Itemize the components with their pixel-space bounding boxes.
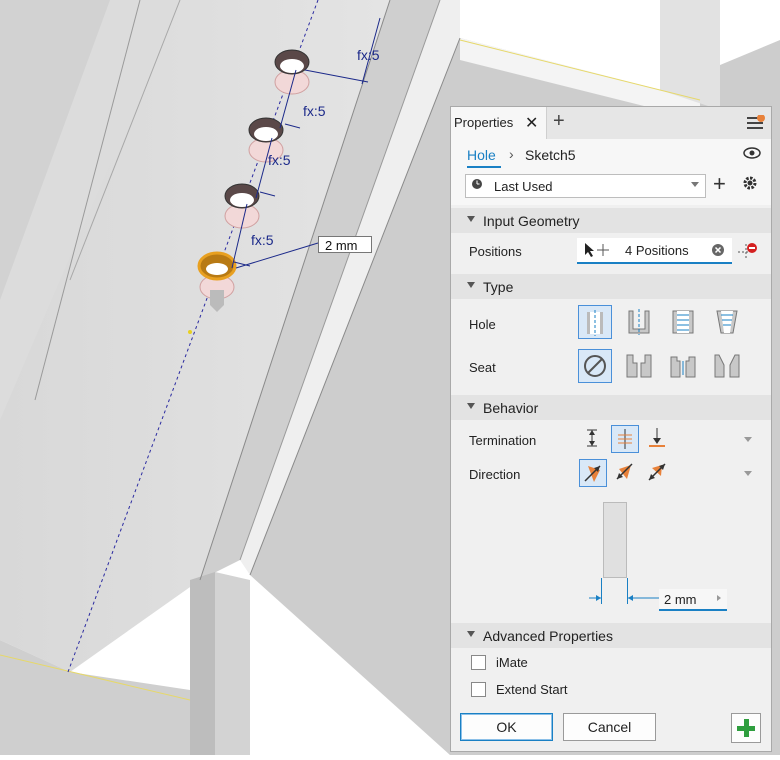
ok-button[interactable]: OK xyxy=(460,713,553,741)
seat-label: Seat xyxy=(469,360,496,375)
dim-label-2: fx:5 xyxy=(303,103,326,119)
positions-label: Positions xyxy=(469,244,522,259)
section-advanced-properties[interactable]: Advanced Properties xyxy=(451,623,771,648)
diameter-arrows xyxy=(589,595,659,601)
none-icon xyxy=(584,355,606,377)
taper-tapped-hole-button[interactable] xyxy=(711,305,745,339)
direction-expand-icon[interactable] xyxy=(744,471,752,476)
direction-symmetric-icon xyxy=(648,463,666,481)
section-type[interactable]: Type xyxy=(451,274,771,299)
countersink-button[interactable] xyxy=(711,349,745,383)
spotface-button[interactable] xyxy=(667,349,701,383)
to-termination-button[interactable] xyxy=(644,425,672,453)
clear-positions-icon[interactable] xyxy=(711,243,725,260)
collapse-triangle-icon xyxy=(467,631,475,637)
preset-clock-icon xyxy=(471,178,483,193)
section-type-label: Type xyxy=(483,279,514,295)
apply-add-button[interactable] xyxy=(731,713,761,743)
counterbore-icon xyxy=(626,354,652,378)
breadcrumb-chevron-icon: › xyxy=(509,146,514,162)
extend-start-checkbox[interactable] xyxy=(471,682,486,697)
through-all-termination-button[interactable] xyxy=(611,425,639,453)
panel-menu-icon[interactable] xyxy=(747,114,765,134)
dim-label-4: fx:5 xyxy=(251,232,274,248)
no-seat-button[interactable] xyxy=(578,349,612,383)
diameter-input[interactable]: 2 mm xyxy=(659,589,727,611)
collapse-triangle-icon xyxy=(467,282,475,288)
termination-label: Termination xyxy=(469,433,537,448)
clearance-hole-icon xyxy=(628,309,650,335)
tapped-hole-button[interactable] xyxy=(667,305,701,339)
breadcrumb-underline xyxy=(467,166,501,168)
collapse-triangle-icon xyxy=(467,403,475,409)
add-plus-icon xyxy=(737,719,755,737)
imate-checkbox[interactable] xyxy=(471,655,486,670)
close-tab-icon[interactable]: ✕ xyxy=(525,113,538,133)
distance-icon xyxy=(587,429,597,447)
dim-label-1: fx:5 xyxy=(357,47,380,63)
simple-hole-icon xyxy=(587,310,603,336)
properties-panel: Properties ✕ + Hole › Sketch5 Last Used … xyxy=(450,106,772,752)
default-direction-button[interactable] xyxy=(579,459,607,487)
distance-termination-button[interactable] xyxy=(579,425,607,453)
positions-selector[interactable]: 4 Positions xyxy=(577,238,732,264)
visibility-eye-icon[interactable] xyxy=(743,146,761,163)
to-face-icon xyxy=(649,428,665,447)
simple-hole-button[interactable] xyxy=(578,305,612,339)
dim-label-3: fx:5 xyxy=(268,152,291,168)
countersink-icon xyxy=(714,354,740,378)
preset-row: Last Used + xyxy=(451,171,771,205)
breadcrumb-sketch: Sketch5 xyxy=(525,147,576,163)
extend-start-label: Extend Start xyxy=(496,682,568,697)
breadcrumb: Hole › Sketch5 xyxy=(451,139,771,171)
tab-properties-label: Properties xyxy=(454,115,514,130)
add-preset-icon[interactable]: + xyxy=(713,171,726,197)
preset-dropdown-icon xyxy=(691,182,699,187)
breadcrumb-hole-link[interactable]: Hole xyxy=(467,147,496,163)
through-all-icon xyxy=(618,429,632,449)
preset-value: Last Used xyxy=(494,179,553,194)
section-input-geometry-label: Input Geometry xyxy=(483,213,580,229)
taper-tapped-hole-icon xyxy=(716,310,738,334)
counterbore-button[interactable] xyxy=(623,349,657,383)
direction-flipped-icon xyxy=(616,463,633,480)
dimension-input[interactable]: 2 mm xyxy=(318,236,372,253)
symmetric-direction-button[interactable] xyxy=(644,459,672,487)
section-input-geometry[interactable]: Input Geometry xyxy=(451,208,771,233)
direction-label: Direction xyxy=(469,467,521,482)
add-tab-icon[interactable]: + xyxy=(553,110,565,133)
positions-value: 4 Positions xyxy=(625,243,689,258)
cancel-button[interactable]: Cancel xyxy=(563,713,656,741)
section-behavior[interactable]: Behavior xyxy=(451,395,771,420)
remove-point-icon[interactable] xyxy=(738,241,758,264)
settings-gear-icon[interactable] xyxy=(742,175,758,194)
select-cursor-icon xyxy=(583,242,609,261)
flipped-direction-button[interactable] xyxy=(611,459,639,487)
termination-expand-icon[interactable] xyxy=(744,437,752,442)
section-behavior-label: Behavior xyxy=(483,400,539,416)
hole-type-label: Hole xyxy=(469,317,496,332)
diameter-value: 2 mm xyxy=(664,592,697,607)
tab-properties[interactable]: Properties ✕ xyxy=(451,107,547,139)
tapped-hole-icon xyxy=(672,310,694,334)
clearance-hole-button[interactable] xyxy=(623,305,657,339)
preset-select[interactable]: Last Used xyxy=(465,174,706,198)
imate-label: iMate xyxy=(496,655,528,670)
diameter-flyout-icon[interactable] xyxy=(717,595,721,601)
section-advanced-label: Advanced Properties xyxy=(483,628,613,644)
direction-default-icon xyxy=(584,465,601,482)
collapse-triangle-icon xyxy=(467,216,475,222)
hole-diagram xyxy=(603,502,627,578)
spotface-icon xyxy=(670,356,696,378)
